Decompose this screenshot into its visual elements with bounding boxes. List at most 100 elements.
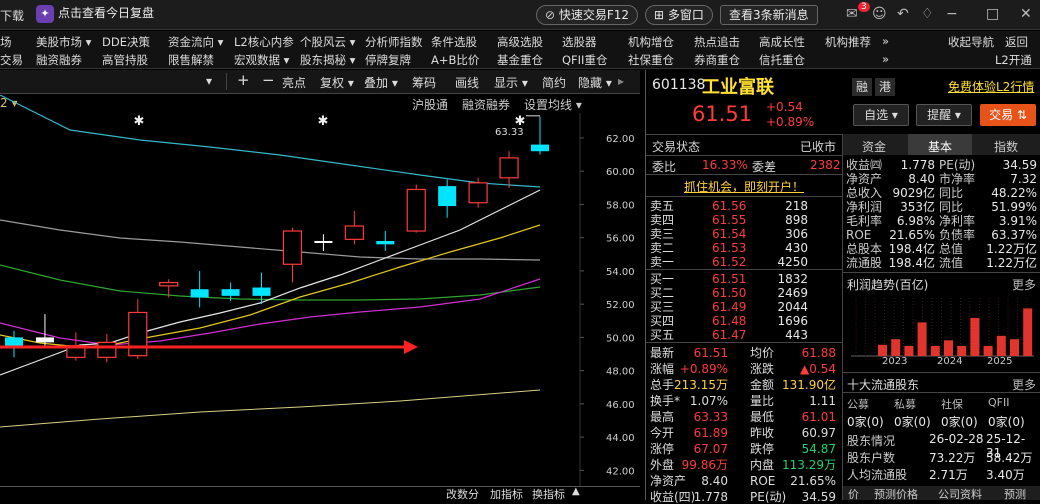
tab-funds[interactable]: 资金 [862, 138, 886, 155]
menu-more-2[interactable]: » [882, 52, 889, 66]
fund-label: 净利率 [939, 214, 976, 228]
chart-toolbar: ▾ + − 亮点 复权 ▾ 叠加 ▾ 筹码 画线 显示 ▾ 简约 隐藏 ▾ ▸ [0, 70, 640, 94]
book-row: 最高 63.33 最低 61.01 [646, 410, 842, 424]
menu-more-1[interactable]: » [882, 34, 889, 48]
fund-value: 198.4亿 [888, 256, 935, 270]
maximize-icon[interactable]: □ [986, 6, 999, 22]
l2-trial-link[interactable]: 免费体验L2行情 [948, 78, 1034, 95]
menu-social-heavy[interactable]: 社保重仓 [628, 52, 674, 68]
menu-condition-select[interactable]: 条件选股 [431, 34, 477, 50]
user-icon[interactable]: ☺ [872, 6, 887, 22]
menu-exec-holdings[interactable]: 高管持股 [102, 52, 148, 68]
review-promo[interactable]: ✦ 点击查看今日复盘 [36, 4, 154, 23]
holders-more-link[interactable]: 更多 [1012, 376, 1036, 393]
draw-line-button[interactable]: 画线 [455, 74, 479, 91]
trade-button[interactable]: 交易 ⇅ [980, 104, 1036, 126]
candle-body [282, 230, 303, 265]
quick-trade-button[interactable]: ⊘ 快速交易F12 [536, 5, 639, 25]
menu-high-growth[interactable]: 高成长性 [759, 34, 805, 50]
expand-icon[interactable]: ▲ [572, 486, 580, 497]
overlay-dropdown[interactable]: 叠加 ▾ [364, 74, 398, 91]
multi-window-button[interactable]: ⊞ 多窗口 [645, 5, 713, 25]
fundamental-row: 总股本 198.4亿 总值 1.22万亿 [843, 242, 1040, 256]
menu-inst-increase[interactable]: 机构增仓 [628, 34, 674, 50]
tab-index[interactable]: 指数 [994, 138, 1018, 155]
simple-button[interactable]: 简约 [542, 74, 566, 91]
profit-bars [855, 298, 1033, 356]
menu-trust-heavy[interactable]: 信托重仓 [759, 52, 805, 68]
menu-margin[interactable]: 融资融券 [36, 52, 82, 68]
ask-level-label: 卖一 [650, 255, 675, 269]
fund-value: 48.22% [991, 186, 1037, 200]
quote-label: 涨停 [650, 442, 675, 456]
chips-button[interactable]: 筹码 [412, 74, 436, 91]
menu-fund-heavy[interactable]: 基金重仓 [497, 52, 543, 68]
profit-more-link[interactable]: 更多 [1012, 276, 1036, 293]
y-tick-label: 42.00 [606, 466, 635, 477]
chart-bottom-bar: 改数分 加指标 换指标 ▲ [0, 486, 640, 501]
remind-button[interactable]: 提醒 ▾ [916, 104, 972, 126]
menu-stock-picker[interactable]: 选股器 [562, 34, 597, 50]
watchlist-button[interactable]: 自选 ▾ [853, 104, 909, 126]
menu-dde[interactable]: DDE决策 [102, 34, 150, 50]
zoom-in-button[interactable]: + [237, 71, 250, 89]
quote-value: +0.89% [679, 362, 728, 376]
menu-suspension[interactable]: 停牌复牌 [365, 52, 411, 68]
display-dropdown[interactable]: 显示 ▾ [494, 74, 528, 91]
y-tick-label: 56.00 [606, 234, 635, 245]
menu-broker-heavy[interactable]: 券商重仓 [694, 52, 740, 68]
menu-trade[interactable]: 交易 [0, 52, 23, 68]
highlight-button[interactable]: 亮点 [282, 74, 306, 91]
bid-level-label: 买五 [650, 328, 675, 342]
undo-icon[interactable]: ↶ [897, 6, 909, 22]
bid-ratio-label: 委比 [652, 160, 677, 174]
menu-fund-flow[interactable]: 资金流向 ▾ [168, 34, 223, 50]
menu-shareholders[interactable]: 股东揭秘 ▾ [300, 52, 355, 68]
ask-volume: 218 [785, 199, 808, 213]
menu-qfii-heavy[interactable]: QFII重仓 [562, 52, 607, 68]
menu-l2-open[interactable]: L2开通 [995, 52, 1032, 68]
ask-price: 61.53 [712, 241, 747, 255]
menu-macro[interactable]: 宏观数据 ▾ [234, 52, 289, 68]
ma-long-yellow-line [0, 389, 541, 428]
menu-advanced-select[interactable]: 高级选股 [497, 34, 543, 50]
download-link[interactable]: 下载 [0, 7, 24, 24]
menu-lockup[interactable]: 限售解禁 [168, 52, 214, 68]
hide-dropdown[interactable]: 隐藏 ▾ [578, 74, 612, 91]
ask-level-label: 卖四 [650, 213, 675, 227]
y-axis: 62.00 60.00 58.00 56.00 54.00 52.00 50.00 48.00… [580, 134, 635, 477]
menu-stock-risk[interactable]: 个股风云 ▾ [300, 34, 355, 50]
period-dropdown[interactable]: ▾ [206, 74, 212, 88]
menu-back[interactable]: 返回 [1005, 34, 1028, 50]
fund-label: 同比 [939, 186, 964, 200]
menu-market[interactable]: 场 [0, 34, 12, 50]
minimize-icon[interactable]: − [946, 6, 958, 22]
mail-icon[interactable]: ✉ [846, 6, 858, 22]
fund-value: 1.778 [900, 158, 935, 172]
open-account-promo[interactable]: 抓住机会，即刻开户！ [684, 178, 804, 195]
book-row: 卖四 61.55 898 [646, 213, 842, 227]
tab-basic[interactable]: 基本 [928, 138, 952, 155]
menu-analyst-index[interactable]: 分析师指数 [365, 34, 423, 50]
menu-us-market[interactable]: 美股市场 ▾ [36, 34, 91, 50]
close-icon[interactable]: ✕ [1020, 6, 1032, 22]
book-row: 涨幅 +0.89% 涨跌 ▲0.54 [646, 362, 842, 376]
adjust-dropdown[interactable]: 复权 ▾ [320, 74, 354, 91]
toolbar-more-icon[interactable]: ▸ [618, 74, 624, 88]
shirt-icon[interactable]: ♢ [921, 6, 934, 22]
menu-hot-chase[interactable]: 热点追击 [694, 34, 740, 50]
menu-ab-compare[interactable]: A+B比价 [431, 52, 479, 68]
menu-inst-recommend[interactable]: 机构推荐 [825, 34, 871, 50]
news-button[interactable]: 查看3条新消息 [720, 5, 818, 25]
menu-l2-insider[interactable]: L2核心内参 [234, 34, 294, 50]
profit-year-2024: 2024 [937, 356, 963, 367]
holder-type-value: 0家(0) [941, 415, 978, 429]
zoom-out-button[interactable]: − [262, 71, 275, 89]
quote-label: 今开 [650, 426, 675, 440]
fund-label: 流通股 [846, 256, 883, 270]
menu-collapse-nav[interactable]: 收起导航 [948, 34, 994, 50]
divider [646, 342, 842, 343]
price-change-pct: +0.89% [766, 115, 815, 129]
quote-label: 外盘 [650, 458, 675, 472]
kline-chart[interactable]: 2 ▾ 沪股通 融资融券 设置均线 ▾ ✱ ✱ ✱ 62.00 60.00 58.00 5… [0, 95, 640, 487]
